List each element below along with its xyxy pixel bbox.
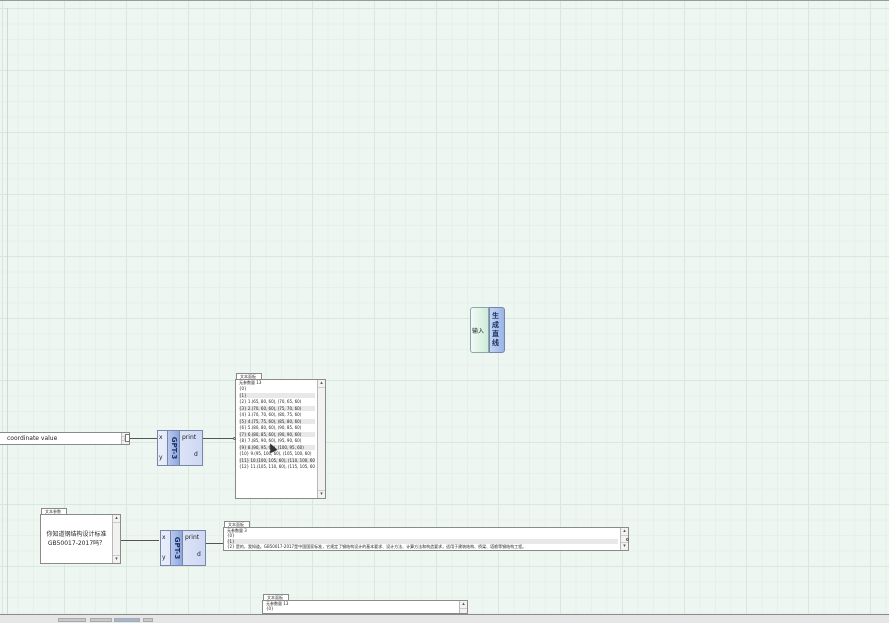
- list-line: {3} 2.(70, 60, 60), (75, 70, 60): [239, 405, 315, 411]
- gpt3-inputs: x y: [158, 431, 166, 465]
- list-panel-scrollbar[interactable]: ▴ ▾: [317, 380, 325, 498]
- answer-line: {2} 是的，我知道。GB50017-2017是中国国家标准，它规定了钢结构设计…: [227, 544, 527, 549]
- bottom-panel[interactable]: 无参数量 13 {0} ▴: [262, 600, 468, 614]
- wire-coord-to-gpt: [130, 438, 157, 439]
- input-y-label[interactable]: y: [162, 554, 166, 561]
- gpt3-inputs: x y: [161, 531, 169, 565]
- canvas-left-edge: [0, 8, 8, 614]
- scroll-up-icon[interactable]: ▴: [621, 528, 628, 536]
- list-panel-input-grip[interactable]: [233, 437, 236, 440]
- scroll-down-icon[interactable]: ▾: [318, 490, 325, 498]
- scroll-up-icon[interactable]: ▴: [113, 515, 120, 523]
- output-d-label[interactable]: d: [194, 451, 198, 458]
- answer-panel-output-grip[interactable]: [626, 538, 629, 541]
- list-line: {1}: [239, 392, 315, 398]
- generate-line-input[interactable]: 输入: [470, 307, 489, 353]
- generate-line-input-label: 输入: [472, 328, 485, 335]
- question-panel[interactable]: 你知道钢结构设计标准GB50017-2017吗？ ▴ ▾: [40, 514, 121, 564]
- scroll-up-icon[interactable]: ▴: [318, 380, 325, 388]
- status-bar: [0, 614, 889, 623]
- output-print-label[interactable]: print: [182, 434, 196, 441]
- list-line: {6} 5.(80, 80, 60), (90, 85, 60): [239, 425, 302, 430]
- question-panel-scrollbar[interactable]: ▴ ▾: [112, 515, 120, 563]
- coordinate-output-port[interactable]: [125, 434, 130, 442]
- answer-line: {0}: [227, 533, 235, 538]
- scroll-up-icon[interactable]: ▴: [460, 601, 467, 609]
- list-line: {5} 4.(75, 75, 60), (85, 80, 60): [239, 418, 315, 424]
- answer-line: {1}: [227, 538, 618, 544]
- list-line: {8} 7.(85, 90, 60), (95, 90, 60): [239, 438, 302, 443]
- gpt3-title: GPT-3: [167, 431, 180, 465]
- gpt3-outputs: print d: [183, 531, 205, 565]
- gpt3-component-1[interactable]: x y GPT-3 print d: [157, 430, 203, 466]
- scroll-down-icon[interactable]: ▾: [621, 542, 628, 550]
- input-x-label[interactable]: x: [159, 434, 163, 441]
- output-d-label[interactable]: d: [197, 551, 201, 558]
- generate-line-title: 生成直线: [489, 307, 505, 353]
- list-panel[interactable]: 无参数量 13 {0} {1} {2} 1.(65, 80, 60), (70, 6…: [235, 379, 326, 499]
- list-line: {0}: [239, 386, 247, 391]
- gpt3-title: GPT-3: [170, 531, 183, 565]
- scroll-down-icon[interactable]: ▾: [113, 555, 120, 563]
- gpt3-component-2[interactable]: x y GPT-3 print d: [160, 530, 206, 566]
- grasshopper-canvas[interactable]: [0, 0, 889, 614]
- list-line: {11} 10.(100, 105, 60), (110, 100, 60): [239, 457, 315, 463]
- status-segment: [58, 618, 86, 622]
- input-y-label[interactable]: y: [159, 454, 163, 461]
- status-segment: [114, 618, 140, 622]
- list-line: {2} 1.(65, 80, 60), (70, 65, 60): [239, 399, 302, 404]
- wire-gpt1-to-list: [203, 438, 236, 439]
- question-text: 你知道钢结构设计标准GB50017-2017吗？: [46, 531, 107, 547]
- bottom-panel-line: {0}: [266, 606, 274, 611]
- list-line: {7} 6.(80, 85, 60), (90, 90, 60): [239, 431, 315, 437]
- answer-panel[interactable]: 无参数量 3 {0} {1} {2} 是的，我知道。GB50017-2017是中国国…: [223, 527, 629, 551]
- list-line: {4} 3.(70, 70, 60), (80, 75, 60): [239, 412, 302, 417]
- wire-gpt2-to-answer: [206, 543, 223, 544]
- status-segment: [143, 618, 153, 622]
- list-line: {10} 9.(95, 100, 60), (105, 100, 60): [239, 451, 312, 456]
- list-panel-header: 无参数量 13: [239, 380, 262, 385]
- generate-line-component[interactable]: 输入 生成直线: [470, 307, 505, 353]
- coordinate-value-panel[interactable]: coordinate value ▴▾: [0, 432, 130, 445]
- input-x-label[interactable]: x: [162, 534, 166, 541]
- wire-question-to-gpt: [121, 540, 159, 541]
- status-segment: [90, 618, 112, 622]
- gpt3-outputs: print d: [180, 431, 202, 465]
- list-line: {12} 11.(105, 110, 60), (115, 105, 60): [239, 464, 315, 469]
- output-print-label[interactable]: print: [185, 534, 199, 541]
- coordinate-value-text: coordinate value: [7, 435, 58, 442]
- bottom-panel-scrollbar[interactable]: ▴: [459, 601, 467, 613]
